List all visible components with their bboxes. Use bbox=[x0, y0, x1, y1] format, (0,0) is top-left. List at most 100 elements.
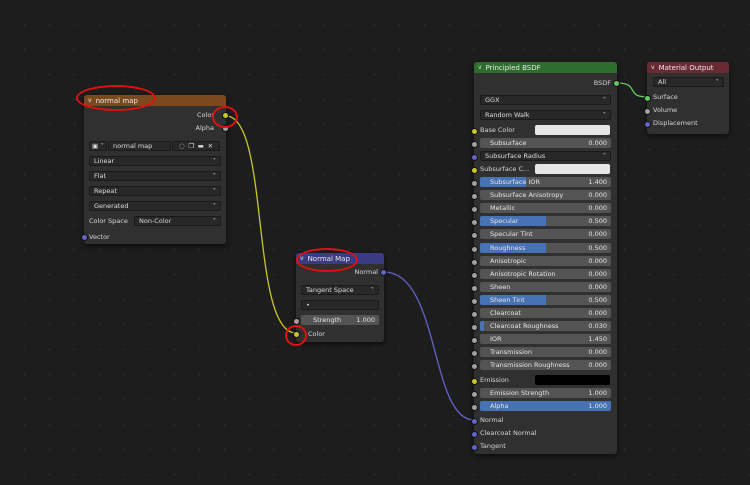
bsdf-value-field[interactable]: Clearcoat Roughness 0.030 bbox=[480, 321, 611, 332]
input-socket[interactable] bbox=[471, 311, 478, 318]
input-socket[interactable] bbox=[471, 297, 478, 305]
bsdf-value-field[interactable]: Transmission 0.000 bbox=[480, 347, 611, 358]
input-subsurface-socket[interactable] bbox=[471, 141, 478, 148]
close-icon[interactable]: ✕ bbox=[208, 142, 213, 150]
interpolation-dropdown[interactable]: Linear ˅ bbox=[89, 156, 221, 166]
input-socket[interactable] bbox=[471, 258, 478, 266]
bsdf-value-field[interactable]: Anisotropic 0.000 bbox=[480, 255, 611, 266]
input-displacement-socket[interactable] bbox=[644, 121, 651, 128]
input-socket[interactable] bbox=[471, 232, 478, 240]
input-subsurface-color-socket[interactable] bbox=[471, 167, 478, 174]
bsdf-value-field[interactable]: Sheen Tint 0.500 bbox=[480, 294, 611, 305]
principled-bsdf-node[interactable]: v Principled BSDF BSDF GGX ˅ Random Walk ˅… bbox=[471, 62, 620, 454]
input-emission-strength-socket[interactable] bbox=[471, 391, 478, 398]
input-normal-label: Normal bbox=[480, 416, 504, 424]
base-color-label: Base Color bbox=[480, 126, 515, 134]
output-normal-socket[interactable] bbox=[380, 269, 387, 276]
output-bsdf-socket[interactable] bbox=[613, 80, 620, 87]
bsdf-header[interactable]: v Principled BSDF bbox=[474, 62, 617, 73]
subsurface-field[interactable]: Subsurface 0.000 bbox=[480, 138, 611, 148]
input-tangent-label: Tangent bbox=[480, 442, 506, 450]
input-socket[interactable] bbox=[471, 350, 478, 358]
image-name-field[interactable]: normal map bbox=[108, 141, 171, 151]
input-socket[interactable] bbox=[471, 193, 478, 201]
projection-dropdown[interactable]: Flat ˅ bbox=[89, 171, 221, 181]
image-texture-node[interactable]: v normal map Color Alpha ▣ ˅ normal map ◌… bbox=[81, 95, 229, 244]
input-emission-socket[interactable] bbox=[471, 378, 478, 385]
output-node-title: Material Output bbox=[658, 63, 714, 72]
bsdf-value-field[interactable]: Transmission Roughness 0.000 bbox=[480, 360, 611, 371]
input-socket[interactable] bbox=[471, 363, 478, 371]
input-strength-socket[interactable] bbox=[293, 318, 300, 325]
duplicate-icon[interactable]: ❐ bbox=[188, 142, 194, 150]
input-subsurface-radius-socket[interactable] bbox=[471, 154, 478, 161]
uv-map-field[interactable]: • bbox=[301, 300, 379, 310]
subsurface-color-swatch[interactable] bbox=[535, 164, 610, 174]
image-browse-icon[interactable]: ▣ ˅ bbox=[89, 141, 107, 151]
bsdf-value-field[interactable]: IOR 1.450 bbox=[480, 334, 611, 345]
input-socket[interactable] bbox=[471, 219, 478, 227]
input-tangent-socket[interactable] bbox=[471, 444, 478, 451]
open-folder-icon[interactable]: ▬ bbox=[198, 142, 204, 150]
emission-color-swatch[interactable] bbox=[535, 375, 610, 385]
bsdf-title: Principled BSDF bbox=[485, 63, 541, 72]
input-volume-socket[interactable] bbox=[644, 108, 651, 115]
bsdf-value-field[interactable]: Subsurface Anisotropy 0.000 bbox=[480, 190, 611, 201]
input-surface-label: Surface bbox=[653, 93, 678, 101]
input-vector-label: Vector bbox=[89, 233, 110, 241]
bsdf-value-field[interactable]: Specular 0.500 bbox=[480, 216, 611, 227]
input-socket[interactable] bbox=[471, 271, 478, 279]
input-socket[interactable] bbox=[471, 324, 478, 332]
input-socket[interactable] bbox=[471, 337, 478, 345]
emission-label: Emission bbox=[480, 376, 509, 384]
source-dropdown[interactable]: Generated ˅ bbox=[89, 201, 221, 211]
input-alpha-socket[interactable] bbox=[471, 404, 478, 411]
input-volume-label: Volume bbox=[653, 106, 678, 114]
strength-field[interactable]: Strength 1.000 bbox=[301, 315, 379, 325]
input-vector-socket[interactable] bbox=[81, 234, 88, 241]
input-normal-socket[interactable] bbox=[471, 418, 478, 425]
annotation-circle-normalmap-title bbox=[296, 248, 358, 272]
bsdf-value-field[interactable]: Sheen 0.000 bbox=[480, 281, 611, 292]
annotation-circle-color-output bbox=[212, 106, 238, 128]
output-alpha-label: Alpha bbox=[195, 124, 214, 132]
input-clearcoat-normal-socket[interactable] bbox=[471, 431, 478, 438]
annotation-circle-color-input bbox=[285, 325, 307, 346]
bsdf-value-field[interactable]: Clearcoat 0.000 bbox=[480, 308, 611, 318]
input-socket[interactable] bbox=[471, 206, 478, 214]
subsurface-radius-dropdown[interactable]: Subsurface Radius ˅ bbox=[480, 151, 611, 161]
alpha-field[interactable]: Alpha 1.000 bbox=[480, 401, 611, 411]
space-dropdown[interactable]: Tangent Space ˅ bbox=[301, 285, 379, 295]
emission-strength-field[interactable]: Emission Strength 1.000 bbox=[480, 388, 611, 398]
annotation-circle-image-title bbox=[76, 85, 156, 111]
input-displacement-label: Displacement bbox=[653, 119, 698, 127]
extension-dropdown[interactable]: Repeat ˅ bbox=[89, 186, 221, 196]
target-dropdown[interactable]: All ˅ bbox=[653, 77, 724, 87]
bsdf-value-field[interactable]: Anisotropic Rotation 0.000 bbox=[480, 268, 611, 279]
subsurface-color-label: Subsurface C... bbox=[480, 165, 530, 173]
output-node-header[interactable]: v Material Output bbox=[647, 62, 729, 73]
material-output-node[interactable]: v Material Output All ˅ Surface Volume Di… bbox=[644, 62, 729, 134]
output-normal-label: Normal bbox=[354, 268, 378, 276]
input-socket[interactable] bbox=[471, 180, 478, 187]
chevron-down-icon[interactable]: v bbox=[651, 64, 655, 71]
output-bsdf-label: BSDF bbox=[593, 79, 611, 87]
chevron-down-icon[interactable]: v bbox=[478, 64, 482, 71]
subsurface-method-dropdown[interactable]: Random Walk ˅ bbox=[480, 110, 611, 120]
fake-user-icon[interactable]: ◌ bbox=[179, 142, 185, 150]
input-socket[interactable] bbox=[471, 245, 478, 253]
input-color-label: Color bbox=[308, 330, 325, 338]
distribution-dropdown[interactable]: GGX ˅ bbox=[480, 95, 611, 105]
input-surface-socket[interactable] bbox=[644, 95, 651, 102]
bsdf-value-field[interactable]: Subsurface IOR 1.400 bbox=[480, 177, 611, 187]
input-base-color-socket[interactable] bbox=[471, 128, 478, 135]
bsdf-value-field[interactable]: Roughness 0.500 bbox=[480, 242, 611, 253]
image-actions[interactable]: ◌ ❐ ▬ ✕ bbox=[172, 141, 220, 151]
bsdf-value-field[interactable]: Metallic 0.000 bbox=[480, 203, 611, 214]
color-space-label: Color Space bbox=[89, 217, 128, 225]
base-color-swatch[interactable] bbox=[535, 125, 610, 135]
bsdf-value-field[interactable]: Specular Tint 0.000 bbox=[480, 229, 611, 240]
input-clearcoat-normal-label: Clearcoat Normal bbox=[480, 429, 537, 437]
color-space-dropdown[interactable]: Non-Color ˅ bbox=[134, 216, 221, 226]
input-socket[interactable] bbox=[471, 284, 478, 292]
